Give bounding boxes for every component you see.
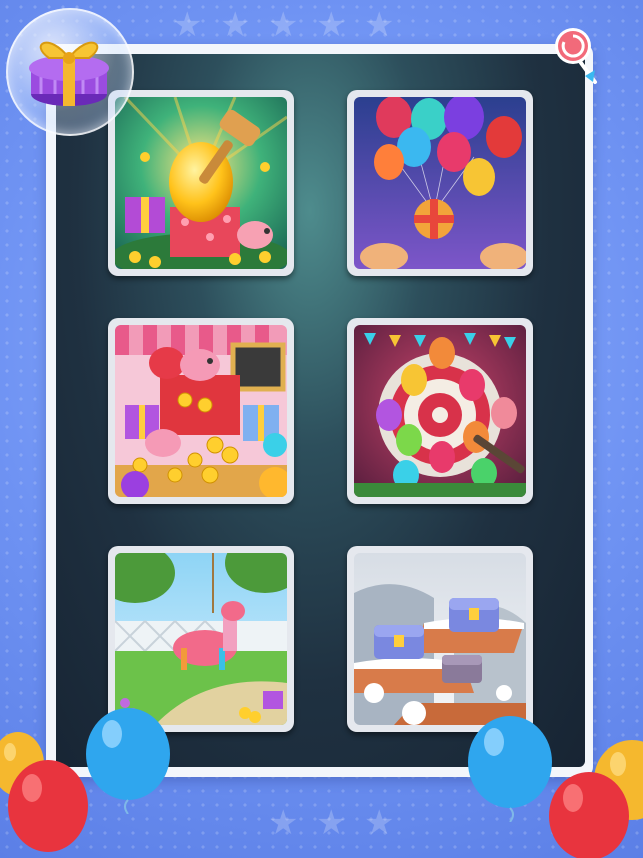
star-icon: ★ bbox=[172, 5, 203, 45]
star-icon: ★ bbox=[364, 5, 395, 45]
star-icon: ★ bbox=[268, 803, 299, 843]
star-icon: ★ bbox=[364, 803, 395, 843]
star-icon: ★ bbox=[220, 5, 251, 45]
scene-treasure-gift-pile[interactable] bbox=[108, 318, 294, 504]
star-icon: ★ bbox=[316, 5, 347, 45]
star-icon: ★ bbox=[316, 803, 347, 843]
lollipop-icon bbox=[555, 28, 597, 84]
treasure-pile-scene-image bbox=[115, 325, 287, 497]
balloon-red-decoration bbox=[8, 760, 88, 852]
balloon-gift-scene-image bbox=[354, 97, 526, 269]
golden-egg-scene-image bbox=[115, 97, 287, 269]
scene-snowy-treasure-chests[interactable] bbox=[347, 546, 533, 732]
gift-box-icon bbox=[29, 41, 109, 106]
balloon-red-decoration bbox=[549, 772, 629, 858]
pinata-garden-scene-image bbox=[115, 553, 287, 725]
scene-balloon-gift-release[interactable] bbox=[347, 90, 533, 276]
balloon-target-scene-image bbox=[354, 325, 526, 497]
scene-balloon-dart-target[interactable] bbox=[347, 318, 533, 504]
scene-golden-egg-smash[interactable] bbox=[108, 90, 294, 276]
balloon-blue-decoration bbox=[86, 708, 170, 814]
gift-box-button[interactable] bbox=[6, 8, 134, 136]
snowy-chests-scene-image bbox=[354, 553, 526, 725]
star-icon: ★ bbox=[268, 5, 299, 45]
balloon-blue-decoration bbox=[468, 716, 552, 822]
